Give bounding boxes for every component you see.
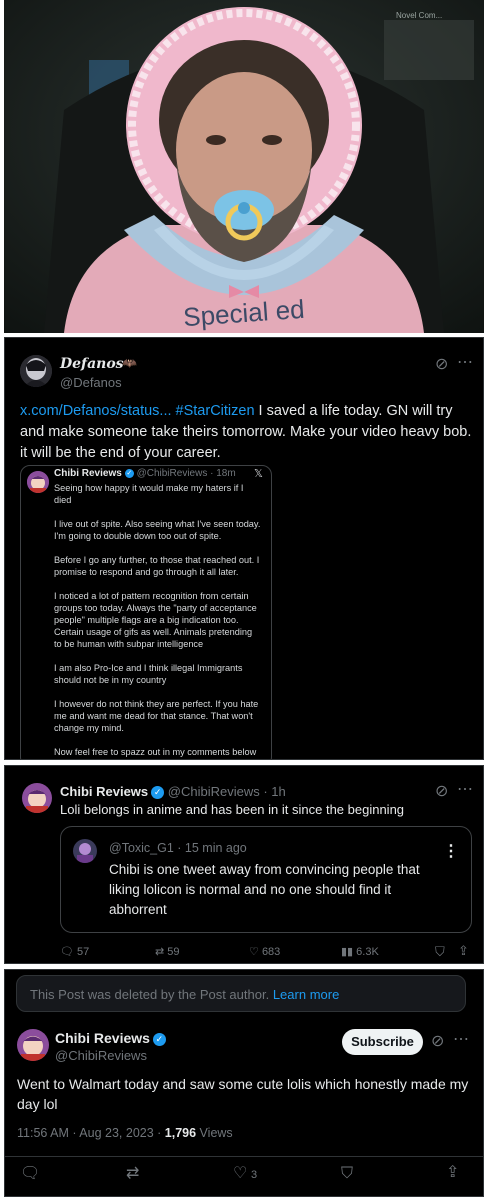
grok-icon[interactable]: ⊘ <box>435 357 448 373</box>
share-icon[interactable]: ⇪ <box>446 1165 459 1181</box>
grok-icon[interactable]: ⊘ <box>431 1034 444 1050</box>
quote-handle: @ChibiReviews <box>136 468 208 479</box>
quote-paragraph: Now feel free to spazz out in my comment… <box>54 747 257 757</box>
reply-button[interactable]: 🗨 57 <box>60 945 89 958</box>
quote-paragraphs: Seeing how happy it would make my haters… <box>54 482 262 758</box>
tweet-defanos: Defanos 🦇 @Defanos ⊘ ⋯ x.com/Defanos/sta… <box>4 337 484 760</box>
deleted-post-notice: This Post was deleted by the Post author… <box>16 975 466 1012</box>
avatar[interactable] <box>22 783 52 813</box>
quote-paragraph: Before I go any further, to those that r… <box>54 555 260 577</box>
bookmark-icon[interactable]: ⛉ <box>435 944 445 960</box>
more-options-vertical-icon[interactable]: ⋮ <box>443 841 459 861</box>
timestamp[interactable]: · 1h <box>263 784 285 799</box>
bat-icon: 🦇 <box>122 356 137 370</box>
like-button[interactable]: ♡ 683 <box>249 945 280 958</box>
quote-time: · 18m <box>210 468 236 479</box>
tweet-text: Loli belongs in anime and has been in it… <box>60 802 405 817</box>
quote-text: Chibi is one tweet away from convincing … <box>109 862 420 917</box>
views-label: Views <box>196 1126 233 1140</box>
streamer-photo: Special ed Novel Com... <box>4 0 484 333</box>
timestamp[interactable]: 11:56 AM · Aug 23, 2023 · <box>17 1126 165 1140</box>
deleted-notice-line: This Post was deleted by the Post author… <box>30 987 339 1002</box>
repost-button[interactable]: ⇄ 59 <box>155 945 180 958</box>
like-count: 683 <box>261 946 281 958</box>
repost-icon: ⇄ <box>155 946 165 958</box>
avatar[interactable] <box>17 1029 49 1061</box>
reply-icon[interactable]: 🗨 <box>20 1166 40 1182</box>
bookmark-icon[interactable]: ⛉ <box>341 1166 353 1182</box>
quote-paragraph: I am also Pro-Ice and I think illegal Im… <box>54 663 243 685</box>
display-name[interactable]: Chibi Reviews <box>55 1030 150 1046</box>
tweet-chibi-loli: Chibi Reviews ✓ @ChibiReviews · 1h ⊘ ⋯ Lo… <box>4 765 484 964</box>
tweet-header: Chibi Reviews ✓ @ChibiReviews · 1h <box>60 784 286 800</box>
tweet-header: Chibi Reviews ✓ <box>55 1030 166 1046</box>
repost-count: 59 <box>167 946 180 958</box>
quote-handle: @Toxic_G1 <box>109 841 174 855</box>
quote-header: Chibi Reviews ✓ @ChibiReviews · 18m <box>54 468 236 479</box>
views-count: 1,796 <box>164 1126 197 1140</box>
handle[interactable]: @ChibiReviews <box>168 784 260 799</box>
quote-avatar-image <box>73 839 97 863</box>
reply-icon: 🗨 <box>60 946 74 958</box>
more-options-icon[interactable]: ⋯ <box>453 1032 469 1048</box>
quote-avatar-image <box>27 471 49 493</box>
quote-paragraph: I however do not think they are perfect.… <box>54 699 259 733</box>
status-link[interactable]: x.com/Defanos/status... <box>20 403 172 419</box>
grok-icon[interactable]: ⊘ <box>435 784 448 800</box>
post-timestamp: 11:56 AM · Aug 23, 2023 · 1,796 Views <box>17 1126 233 1140</box>
handle[interactable]: @ChibiReviews <box>55 1048 147 1063</box>
views-button[interactable]: ▮▮ 6.3K <box>341 945 379 958</box>
heart-icon: ♡ <box>233 1165 248 1182</box>
quote-paragraph: I noticed a lot of pattern recognition f… <box>54 591 257 649</box>
quote-time: · 15 min ago <box>177 841 247 855</box>
learn-more-link[interactable]: Learn more <box>273 987 339 1002</box>
verified-badge-icon: ✓ <box>151 786 165 800</box>
verified-badge-icon: ✓ <box>124 468 134 478</box>
avatar-image <box>22 783 52 813</box>
quote-name: Chibi Reviews <box>54 468 122 479</box>
action-bar <box>5 1156 483 1157</box>
avatar-image <box>17 1029 49 1061</box>
background-overlay-text: Novel Com... <box>396 11 442 20</box>
tweet-chibi-walmart: This Post was deleted by the Post author… <box>4 969 484 1197</box>
quoted-tweet-card[interactable]: Chibi Reviews ✓ @ChibiReviews · 18m 𝕏 See… <box>20 465 272 759</box>
like-button[interactable]: ♡ 3 <box>233 1166 257 1183</box>
verified-badge-icon: ✓ <box>152 1032 166 1046</box>
tweet-text: Went to Walmart today and saw some cute … <box>17 1076 469 1112</box>
handle[interactable]: @Defanos <box>60 375 122 390</box>
reply-count: 57 <box>77 946 90 958</box>
subscribe-button[interactable]: Subscribe <box>342 1029 423 1055</box>
quote-paragraph: I live out of spite. Also seeing what I'… <box>54 519 261 541</box>
views-count: 6.3K <box>356 946 379 958</box>
tweet-body: x.com/Defanos/status... #StarCitizen I s… <box>20 401 475 464</box>
display-name[interactable]: Defanos <box>60 356 124 372</box>
like-count: 3 <box>250 1169 258 1181</box>
display-name[interactable]: Chibi Reviews <box>60 784 148 799</box>
heart-icon: ♡ <box>249 946 259 958</box>
more-options-icon[interactable]: ⋯ <box>457 782 473 798</box>
quote-paragraph: Seeing how happy it would make my haters… <box>54 483 244 505</box>
views-icon: ▮▮ <box>341 946 354 958</box>
quoted-reply-card[interactable]: @Toxic_G1 · 15 min ago ⋮ Chibi is one tw… <box>60 826 472 933</box>
share-icon[interactable]: ⇪ <box>458 943 469 959</box>
x-logo-icon: 𝕏 <box>254 468 263 480</box>
avatar[interactable] <box>20 355 52 387</box>
more-options-icon[interactable]: ⋯ <box>457 355 473 371</box>
quote-avatar <box>27 471 49 493</box>
photo-illustration: Special ed Novel Com... <box>4 0 484 333</box>
quote-header: @Toxic_G1 · 15 min ago <box>109 841 247 855</box>
deleted-text: This Post was deleted by the Post author… <box>30 987 270 1002</box>
quote-avatar <box>73 839 97 863</box>
repost-icon[interactable]: ⇄ <box>126 1166 139 1182</box>
avatar-image <box>20 355 52 387</box>
hashtag-link[interactable]: #StarCitizen <box>176 403 255 419</box>
